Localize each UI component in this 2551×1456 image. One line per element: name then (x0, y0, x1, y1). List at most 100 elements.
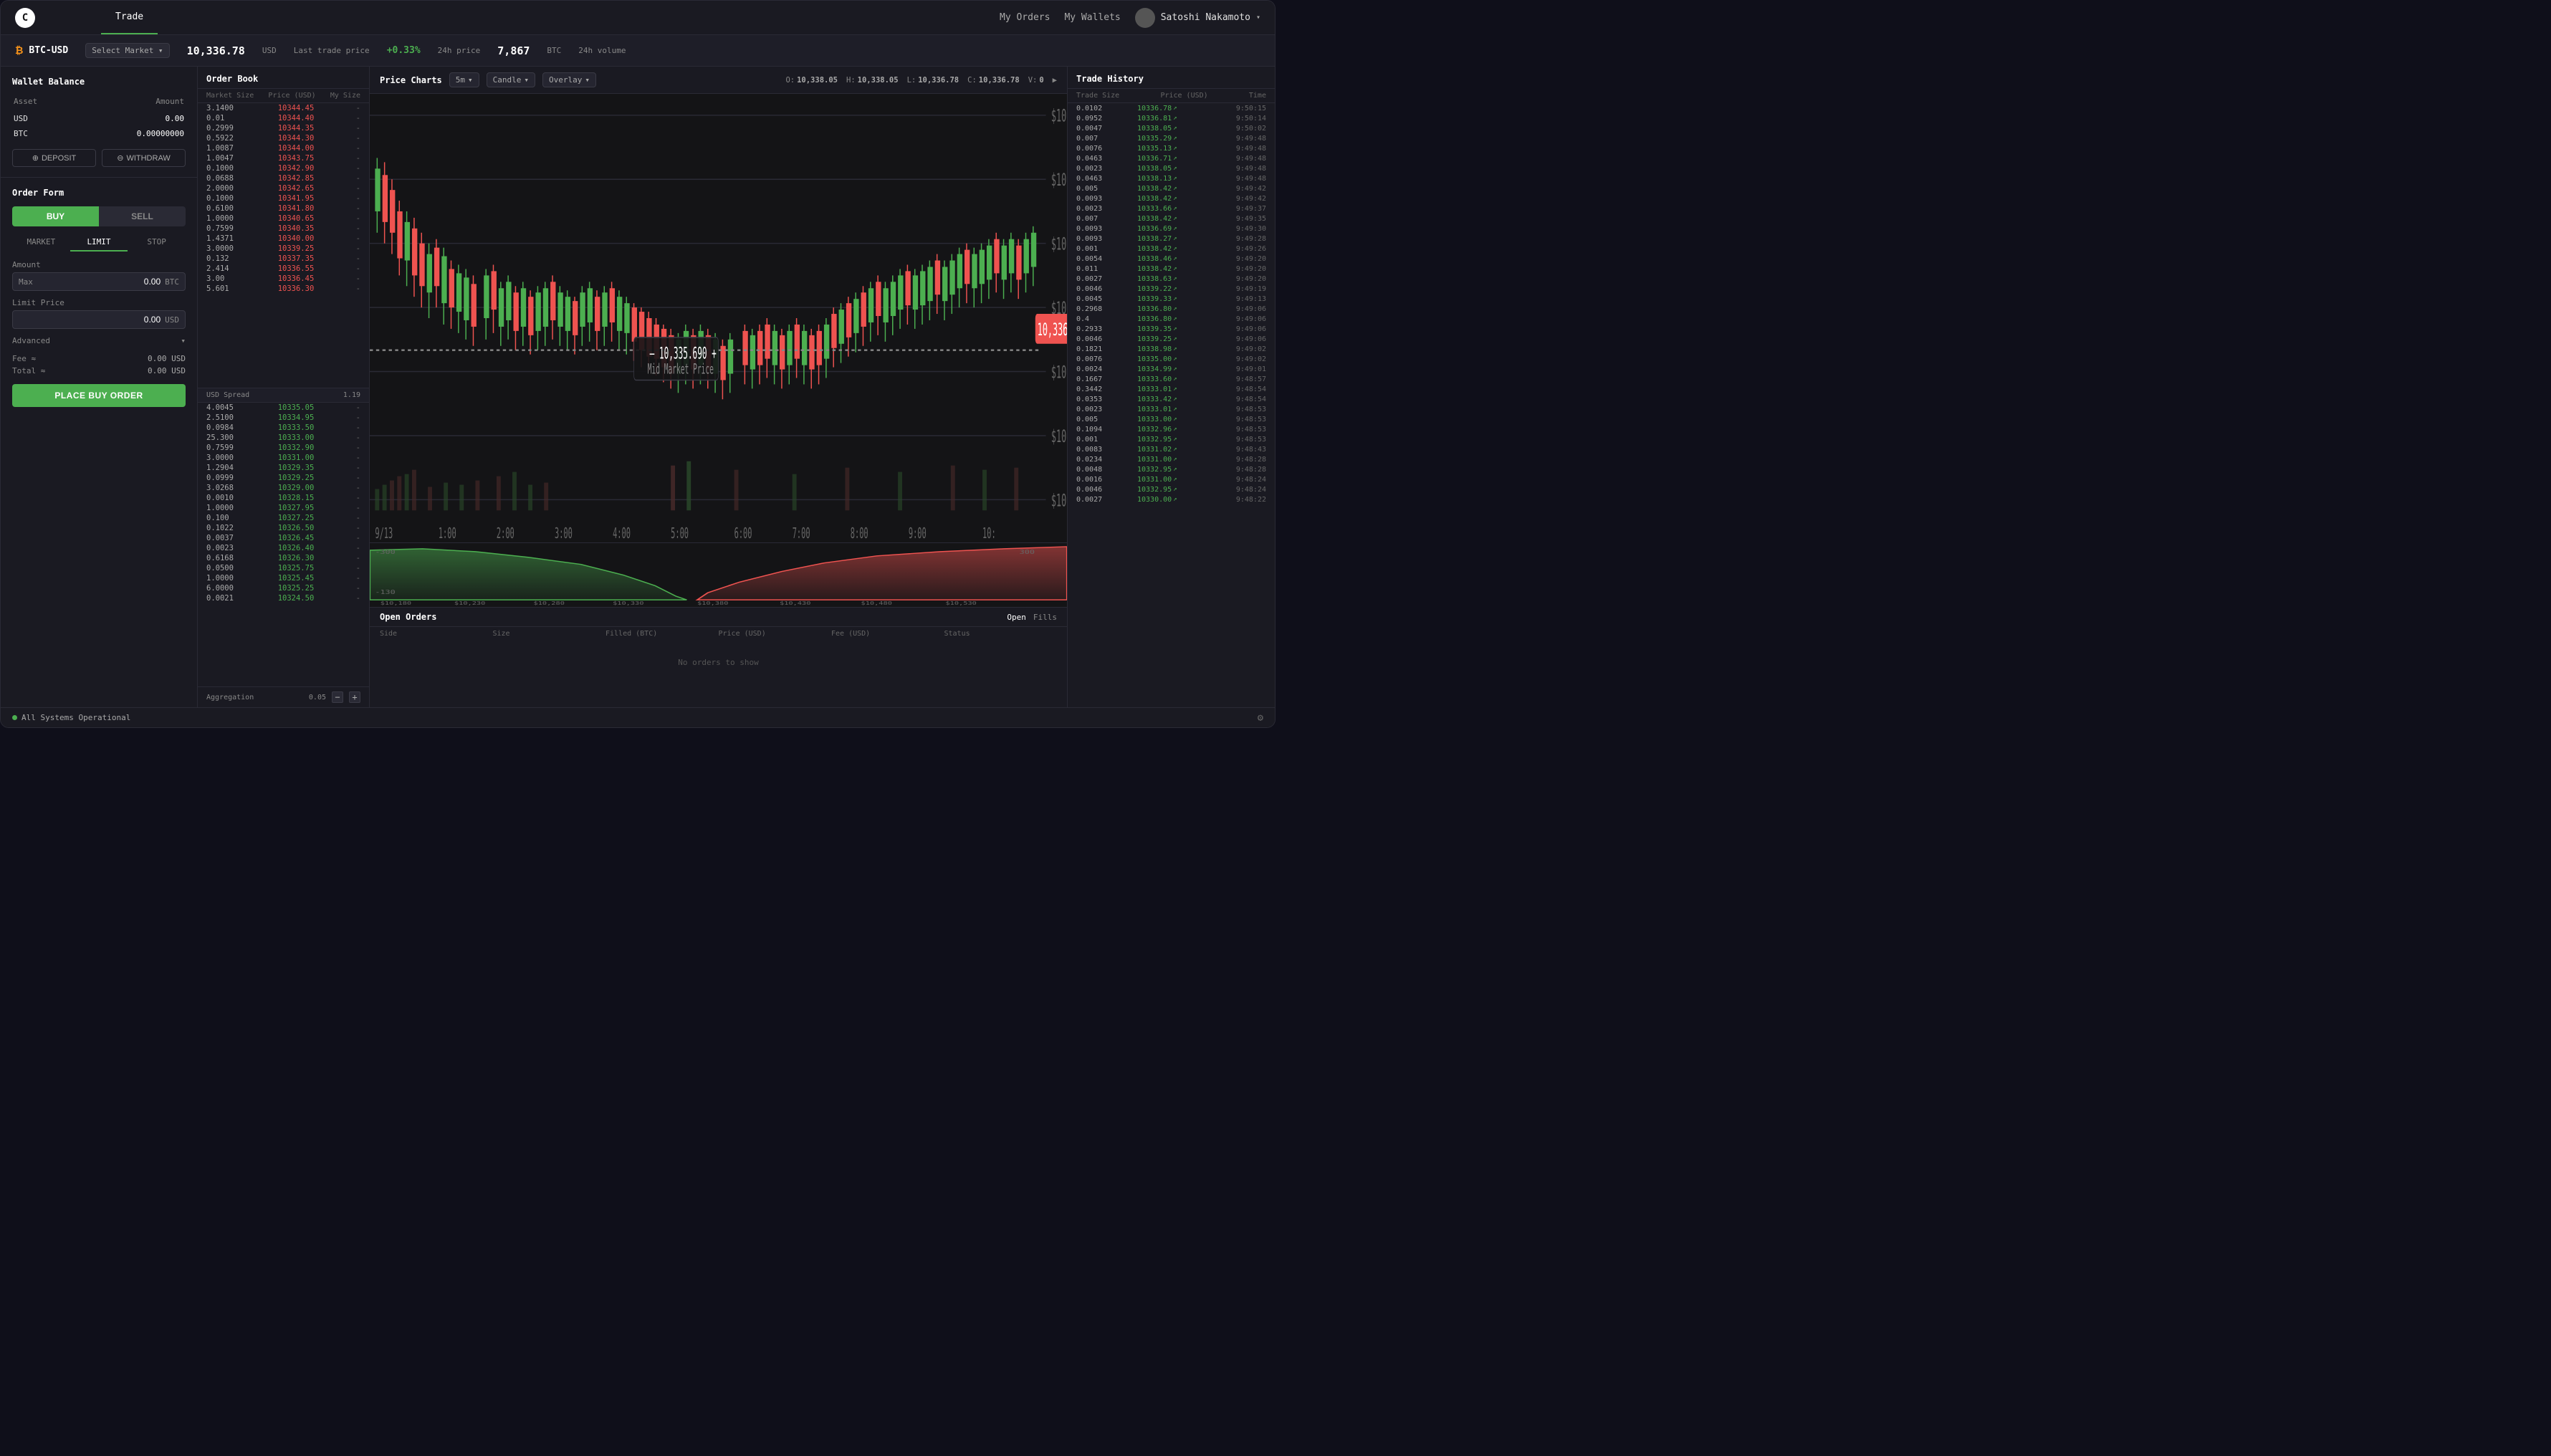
market-tab[interactable]: MARKET (12, 234, 70, 252)
chart-expand-icon[interactable]: ▶ (1053, 76, 1057, 85)
trade-time: 9:50:15 (1227, 105, 1266, 112)
bid-size: 3.0000 (206, 454, 246, 462)
ob-bid-row[interactable]: 4.0045 10335.05 - (198, 403, 369, 413)
ob-ask-row[interactable]: 0.132 10337.35 - (198, 254, 369, 264)
ob-ask-row[interactable]: 0.2999 10344.35 - (198, 123, 369, 133)
status-text: All Systems Operational (21, 713, 130, 722)
advanced-toggle[interactable]: Advanced ▾ (12, 336, 186, 345)
ob-bid-row[interactable]: 25.300 10333.00 - (198, 433, 369, 443)
ob-ask-row[interactable]: 1.0047 10343.75 - (198, 153, 369, 163)
trade-history-row: 0.0463 10338.13 ↗ 9:49:48 (1068, 173, 1275, 183)
ob-ask-row[interactable]: 0.6100 10341.80 - (198, 203, 369, 214)
ob-bid-row[interactable]: 0.6168 10326.30 - (198, 553, 369, 563)
ob-spread: USD Spread 1.19 (198, 388, 369, 403)
ask-price: 10340.65 (271, 214, 321, 223)
trade-time: 9:49:02 (1227, 345, 1266, 353)
place-order-button[interactable]: PLACE BUY ORDER (12, 384, 186, 407)
ob-bid-row[interactable]: 0.0010 10328.15 - (198, 493, 369, 503)
svg-text:2:00: 2:00 (497, 525, 514, 542)
ask-price: 10341.80 (271, 204, 321, 213)
trade-size: 0.0046 (1076, 335, 1112, 343)
trade-size: 0.005 (1076, 185, 1112, 193)
ob-bid-row[interactable]: 0.7599 10332.90 - (198, 443, 369, 453)
user-area[interactable]: Satoshi Nakamoto ▾ (1135, 8, 1260, 28)
ask-size: 0.7599 (206, 224, 246, 233)
trade-history-row: 0.0024 10334.99 ↗ 9:49:01 (1068, 364, 1275, 374)
ob-bid-row[interactable]: 1.2904 10329.35 - (198, 463, 369, 473)
buy-button[interactable]: BUY (12, 206, 99, 226)
chart-type-dropdown[interactable]: Candle ▾ (487, 72, 535, 87)
ob-bid-row[interactable]: 1.0000 10325.45 - (198, 573, 369, 583)
ob-bid-row[interactable]: 2.5100 10334.95 - (198, 413, 369, 423)
ob-bid-row[interactable]: 6.0000 10325.25 - (198, 583, 369, 593)
overlay-dropdown[interactable]: Overlay ▾ (542, 72, 596, 87)
ob-bid-row[interactable]: 0.0999 10329.25 - (198, 473, 369, 483)
tab-fills[interactable]: Fills (1033, 613, 1057, 622)
limit-tab[interactable]: LIMIT (70, 234, 128, 252)
trade-size: 0.0024 (1076, 365, 1112, 373)
ob-ask-row[interactable]: 0.01 10344.40 - (198, 113, 369, 123)
trade-time: 9:49:20 (1227, 255, 1266, 263)
withdraw-button[interactable]: ⊖ WITHDRAW (102, 149, 186, 167)
svg-text:$10,300: $10,300 (1051, 428, 1067, 447)
ob-ask-row[interactable]: 1.0000 10340.65 - (198, 214, 369, 224)
ob-bid-row[interactable]: 0.0037 10326.45 - (198, 533, 369, 543)
tab-open[interactable]: Open (1007, 613, 1026, 622)
ob-bid-row[interactable]: 0.100 10327.25 - (198, 513, 369, 523)
ob-ask-row[interactable]: 3.00 10336.45 - (198, 274, 369, 284)
ob-ask-row[interactable]: 0.7599 10340.35 - (198, 224, 369, 234)
app-logo[interactable]: C (15, 8, 35, 28)
ob-ask-row[interactable]: 5.601 10336.30 - (198, 284, 369, 294)
trade-size: 0.0093 (1076, 195, 1112, 203)
ob-bid-row[interactable]: 0.0023 10326.40 - (198, 543, 369, 553)
trade-time: 9:48:53 (1227, 406, 1266, 413)
stop-tab[interactable]: STOP (128, 234, 186, 252)
ob-bid-row[interactable]: 0.0984 10333.50 - (198, 423, 369, 433)
ob-ask-row[interactable]: 1.0087 10344.00 - (198, 143, 369, 153)
ob-ask-row[interactable]: 2.414 10336.55 - (198, 264, 369, 274)
trade-time: 9:48:43 (1227, 446, 1266, 454)
ob-ask-row[interactable]: 0.0688 10342.85 - (198, 173, 369, 183)
trade-size: 0.0045 (1076, 295, 1112, 303)
chart-svg: $10,425 $10,400 $10,375 $10,350 $10,325 … (370, 94, 1067, 542)
ob-ask-row[interactable]: 0.5922 10344.30 - (198, 133, 369, 143)
ob-bid-row[interactable]: 0.0021 10324.50 - (198, 593, 369, 603)
limit-price-input[interactable] (19, 315, 161, 325)
max-label[interactable]: Max (19, 277, 40, 287)
tab-trade[interactable]: Trade (101, 1, 158, 34)
col-side: Side (380, 630, 493, 638)
sell-button[interactable]: SELL (99, 206, 186, 226)
ob-bid-row[interactable]: 1.0000 10327.95 - (198, 503, 369, 513)
candle-chart[interactable]: $10,425 $10,400 $10,375 $10,350 $10,325 … (370, 94, 1067, 542)
svg-text:$10,530: $10,530 (945, 601, 976, 607)
agg-increase-button[interactable]: + (349, 691, 360, 703)
my-wallets-link[interactable]: My Wallets (1064, 12, 1120, 23)
ob-ask-row[interactable]: 2.0000 10342.65 - (198, 183, 369, 193)
ask-price: 10336.55 (271, 264, 321, 273)
select-market-button[interactable]: Select Market ▾ (85, 43, 169, 58)
settings-icon[interactable]: ⚙ (1258, 712, 1263, 724)
ob-ask-row[interactable]: 3.1400 10344.45 - (198, 103, 369, 113)
amount-input[interactable] (40, 277, 161, 287)
timeframe-dropdown[interactable]: 5m ▾ (449, 72, 479, 87)
ask-size: 3.1400 (206, 104, 246, 112)
amount-label: Amount (12, 260, 186, 269)
ask-size: 5.601 (206, 284, 246, 293)
my-orders-link[interactable]: My Orders (1000, 12, 1050, 23)
ob-bid-row[interactable]: 0.0500 10325.75 - (198, 563, 369, 573)
ob-ask-row[interactable]: 0.1000 10341.95 - (198, 193, 369, 203)
ob-ask-row[interactable]: 0.1000 10342.90 - (198, 163, 369, 173)
ob-bid-row[interactable]: 3.0268 10329.00 - (198, 483, 369, 493)
trade-price: 10331.00 ↗ (1137, 456, 1202, 464)
svg-text:4:00: 4:00 (613, 525, 631, 542)
svg-text:9:00: 9:00 (909, 525, 927, 542)
ob-bid-row[interactable]: 0.1022 10326.50 - (198, 523, 369, 533)
trade-history-row: 0.1094 10332.96 ↗ 9:48:53 (1068, 424, 1275, 434)
ob-bid-row[interactable]: 3.0000 10331.00 - (198, 453, 369, 463)
ask-price: 10341.95 (271, 194, 321, 203)
ob-ask-row[interactable]: 1.4371 10340.00 - (198, 234, 369, 244)
deposit-button[interactable]: ⊕ DEPOSIT (12, 149, 96, 167)
total-label: Total ≈ (12, 366, 45, 375)
ob-ask-row[interactable]: 3.0000 10339.25 - (198, 244, 369, 254)
agg-decrease-button[interactable]: − (332, 691, 343, 703)
